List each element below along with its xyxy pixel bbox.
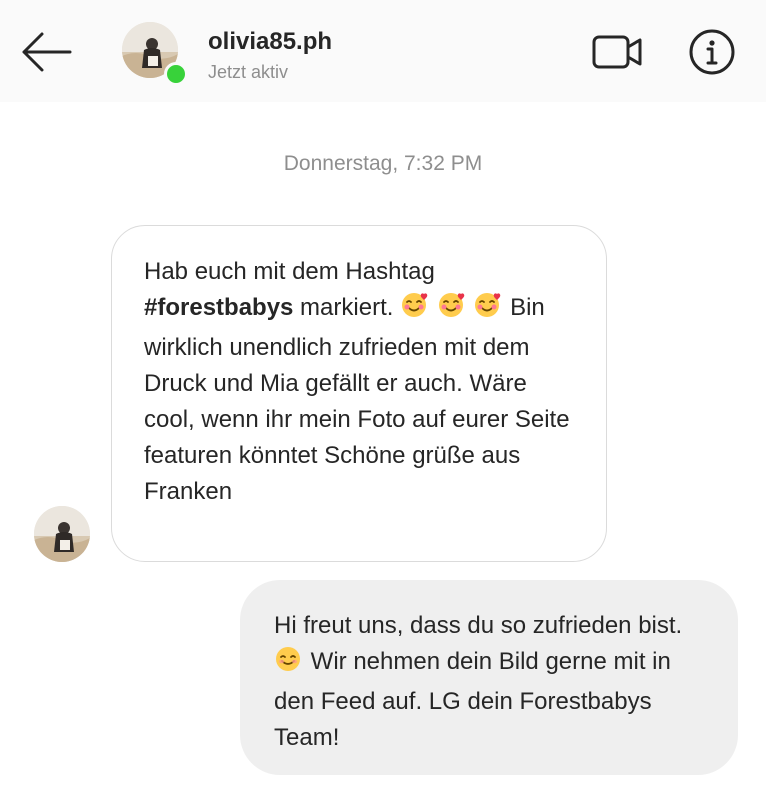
chat-header: olivia85.ph Jetzt aktiv <box>0 0 766 102</box>
video-call-icon <box>592 35 642 69</box>
online-status-dot <box>164 62 188 86</box>
active-status: Jetzt aktiv <box>208 62 289 82</box>
back-arrow-icon <box>22 32 72 72</box>
info-button[interactable] <box>688 28 736 76</box>
incoming-message-bubble[interactable]: Hab euch mit dem Hashtag #forestbabys ma… <box>111 225 607 562</box>
message-text: Wir nehmen dein Bild gerne mit in den Fe… <box>274 648 671 751</box>
sender-avatar[interactable] <box>34 506 90 562</box>
message-text: Hab euch mit dem Hashtag <box>144 258 435 285</box>
profile-avatar-button[interactable] <box>122 22 188 86</box>
smiling-face-with-hearts-emoji <box>437 291 465 330</box>
info-icon <box>689 29 735 75</box>
message-text: Hi freut uns, dass du so zufrieden bist. <box>274 612 683 639</box>
username[interactable]: olivia85.ph <box>208 27 332 57</box>
message-timestamp: Donnerstag, 7:32 PM <box>283 152 483 175</box>
profile-photo <box>34 506 90 562</box>
outgoing-message-bubble[interactable]: Hi freut uns, dass du so zufrieden bist.… <box>240 580 738 775</box>
message-text: markiert. <box>293 294 401 321</box>
smiling-face-with-hearts-emoji <box>400 291 428 330</box>
user-info: olivia85.ph Jetzt aktiv <box>208 27 332 85</box>
back-button[interactable] <box>20 30 74 74</box>
message-text: Bin wirklich unendlich zufrieden mit dem… <box>144 294 570 505</box>
smiling-face-with-hearts-emoji <box>473 291 501 330</box>
smiling-face-emoji <box>274 645 302 684</box>
video-call-button[interactable] <box>590 30 646 74</box>
hashtag-link[interactable]: #forestbabys <box>144 294 293 321</box>
